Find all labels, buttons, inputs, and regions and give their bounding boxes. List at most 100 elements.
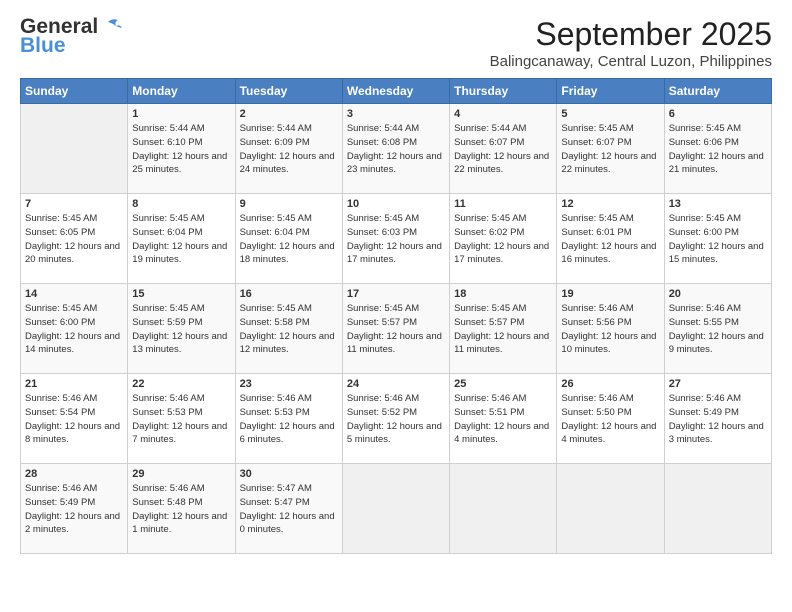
column-header-thursday: Thursday	[450, 79, 557, 104]
calendar-cell: 7 Sunrise: 5:45 AMSunset: 6:05 PMDaylight…	[21, 194, 128, 284]
calendar-cell: 12 Sunrise: 5:45 AMSunset: 6:01 PMDayligh…	[557, 194, 664, 284]
day-number: 19	[561, 288, 659, 300]
day-info: Sunrise: 5:45 AMSunset: 6:00 PMDaylight:…	[25, 302, 123, 357]
day-number: 21	[25, 378, 123, 390]
calendar-cell: 19 Sunrise: 5:46 AMSunset: 5:56 PMDayligh…	[557, 284, 664, 374]
day-number: 22	[132, 378, 230, 390]
day-number: 29	[132, 468, 230, 480]
day-info: Sunrise: 5:46 AMSunset: 5:53 PMDaylight:…	[240, 392, 338, 447]
calendar-cell: 28 Sunrise: 5:46 AMSunset: 5:49 PMDayligh…	[21, 464, 128, 554]
calendar-cell: 21 Sunrise: 5:46 AMSunset: 5:54 PMDayligh…	[21, 374, 128, 464]
calendar-cell: 6Sunrise: 5:45 AMSunset: 6:06 PMDaylight…	[664, 104, 771, 194]
day-info: Sunrise: 5:46 AMSunset: 5:56 PMDaylight:…	[561, 302, 659, 357]
day-number: 23	[240, 378, 338, 390]
calendar-cell	[21, 104, 128, 194]
calendar-cell: 5 Sunrise: 5:45 AMSunset: 6:07 PMDaylight…	[557, 104, 664, 194]
calendar-cell: 3 Sunrise: 5:44 AMSunset: 6:08 PMDaylight…	[342, 104, 449, 194]
column-header-friday: Friday	[557, 79, 664, 104]
day-info: Sunrise: 5:44 AMSunset: 6:08 PMDaylight:…	[347, 122, 445, 177]
day-number: 5	[561, 108, 659, 120]
day-number: 30	[240, 468, 338, 480]
day-number: 9	[240, 198, 338, 210]
day-info: Sunrise: 5:45 AMSunset: 5:57 PMDaylight:…	[347, 302, 445, 357]
calendar-cell: 17 Sunrise: 5:45 AMSunset: 5:57 PMDayligh…	[342, 284, 449, 374]
day-number: 7	[25, 198, 123, 210]
day-number: 11	[454, 198, 552, 210]
day-info: Sunrise: 5:46 AMSunset: 5:48 PMDaylight:…	[132, 482, 230, 537]
day-info: Sunrise: 5:45 AMSunset: 6:04 PMDaylight:…	[240, 212, 338, 267]
calendar-cell: 27 Sunrise: 5:46 AMSunset: 5:49 PMDayligh…	[664, 374, 771, 464]
day-number: 3	[347, 108, 445, 120]
calendar-cell	[557, 464, 664, 554]
day-info: Sunrise: 5:44 AMSunset: 6:10 PMDaylight:…	[132, 122, 230, 177]
calendar-cell: 4 Sunrise: 5:44 AMSunset: 6:07 PMDaylight…	[450, 104, 557, 194]
calendar-cell: 10Sunrise: 5:45 AMSunset: 6:03 PMDayligh…	[342, 194, 449, 284]
day-info: Sunrise: 5:44 AMSunset: 6:09 PMDaylight:…	[240, 122, 338, 177]
calendar-week-row: 28 Sunrise: 5:46 AMSunset: 5:49 PMDayligh…	[21, 464, 772, 554]
calendar-week-row: 1Sunrise: 5:44 AMSunset: 6:10 PMDaylight…	[21, 104, 772, 194]
day-number: 28	[25, 468, 123, 480]
calendar-table: SundayMondayTuesdayWednesdayThursdayFrid…	[20, 78, 772, 554]
day-info: Sunrise: 5:45 AMSunset: 6:02 PMDaylight:…	[454, 212, 552, 267]
day-number: 10	[347, 198, 445, 210]
day-number: 15	[132, 288, 230, 300]
day-info: Sunrise: 5:46 AMSunset: 5:51 PMDaylight:…	[454, 392, 552, 447]
day-info: Sunrise: 5:45 AMSunset: 6:04 PMDaylight:…	[132, 212, 230, 267]
title-block: September 2025 Balingcanaway, Central Lu…	[490, 16, 772, 70]
calendar-cell: 11 Sunrise: 5:45 AMSunset: 6:02 PMDayligh…	[450, 194, 557, 284]
calendar-header-row: SundayMondayTuesdayWednesdayThursdayFrid…	[21, 79, 772, 104]
calendar-week-row: 7 Sunrise: 5:45 AMSunset: 6:05 PMDaylight…	[21, 194, 772, 284]
calendar-cell: 15 Sunrise: 5:45 AMSunset: 5:59 PMDayligh…	[128, 284, 235, 374]
day-number: 17	[347, 288, 445, 300]
day-info: Sunrise: 5:44 AMSunset: 6:07 PMDaylight:…	[454, 122, 552, 177]
calendar-cell: 18 Sunrise: 5:45 AMSunset: 5:57 PMDayligh…	[450, 284, 557, 374]
day-info: Sunrise: 5:45 AMSunset: 6:07 PMDaylight:…	[561, 122, 659, 177]
day-info: Sunrise: 5:45 AMSunset: 5:57 PMDaylight:…	[454, 302, 552, 357]
day-info: Sunrise: 5:45 AMSunset: 6:00 PMDaylight:…	[669, 212, 767, 267]
day-info: Sunrise: 5:45 AMSunset: 6:01 PMDaylight:…	[561, 212, 659, 267]
calendar-cell: 24Sunrise: 5:46 AMSunset: 5:52 PMDayligh…	[342, 374, 449, 464]
day-info: Sunrise: 5:47 AMSunset: 5:47 PMDaylight:…	[240, 482, 338, 537]
day-number: 20	[669, 288, 767, 300]
column-header-sunday: Sunday	[21, 79, 128, 104]
day-number: 18	[454, 288, 552, 300]
day-info: Sunrise: 5:45 AMSunset: 6:06 PMDaylight:…	[669, 122, 767, 177]
calendar-cell	[664, 464, 771, 554]
day-number: 4	[454, 108, 552, 120]
day-number: 2	[240, 108, 338, 120]
column-header-saturday: Saturday	[664, 79, 771, 104]
column-header-tuesday: Tuesday	[235, 79, 342, 104]
day-info: Sunrise: 5:45 AMSunset: 5:59 PMDaylight:…	[132, 302, 230, 357]
calendar-cell	[450, 464, 557, 554]
day-number: 12	[561, 198, 659, 210]
logo: General Blue	[20, 16, 122, 56]
calendar-week-row: 21 Sunrise: 5:46 AMSunset: 5:54 PMDayligh…	[21, 374, 772, 464]
day-number: 24	[347, 378, 445, 390]
calendar-cell: 13 Sunrise: 5:45 AMSunset: 6:00 PMDayligh…	[664, 194, 771, 284]
calendar-cell	[342, 464, 449, 554]
day-number: 14	[25, 288, 123, 300]
calendar-cell: 23 Sunrise: 5:46 AMSunset: 5:53 PMDayligh…	[235, 374, 342, 464]
day-number: 27	[669, 378, 767, 390]
day-info: Sunrise: 5:45 AMSunset: 5:58 PMDaylight:…	[240, 302, 338, 357]
day-number: 16	[240, 288, 338, 300]
day-number: 25	[454, 378, 552, 390]
calendar-cell: 2 Sunrise: 5:44 AMSunset: 6:09 PMDaylight…	[235, 104, 342, 194]
day-info: Sunrise: 5:45 AMSunset: 6:05 PMDaylight:…	[25, 212, 123, 267]
day-info: Sunrise: 5:46 AMSunset: 5:49 PMDaylight:…	[669, 392, 767, 447]
day-info: Sunrise: 5:46 AMSunset: 5:49 PMDaylight:…	[25, 482, 123, 537]
location-text: Balingcanaway, Central Luzon, Philippine…	[490, 53, 772, 70]
day-info: Sunrise: 5:46 AMSunset: 5:53 PMDaylight:…	[132, 392, 230, 447]
day-number: 8	[132, 198, 230, 210]
calendar-cell: 30 Sunrise: 5:47 AMSunset: 5:47 PMDayligh…	[235, 464, 342, 554]
logo-text-blue: Blue	[20, 35, 66, 56]
day-info: Sunrise: 5:46 AMSunset: 5:54 PMDaylight:…	[25, 392, 123, 447]
day-number: 13	[669, 198, 767, 210]
column-header-monday: Monday	[128, 79, 235, 104]
calendar-cell: 29 Sunrise: 5:46 AMSunset: 5:48 PMDayligh…	[128, 464, 235, 554]
calendar-cell: 14 Sunrise: 5:45 AMSunset: 6:00 PMDayligh…	[21, 284, 128, 374]
calendar-cell: 20Sunrise: 5:46 AMSunset: 5:55 PMDayligh…	[664, 284, 771, 374]
day-info: Sunrise: 5:46 AMSunset: 5:50 PMDaylight:…	[561, 392, 659, 447]
column-header-wednesday: Wednesday	[342, 79, 449, 104]
page-header: General Blue September 2025 Balingcanawa…	[20, 16, 772, 70]
